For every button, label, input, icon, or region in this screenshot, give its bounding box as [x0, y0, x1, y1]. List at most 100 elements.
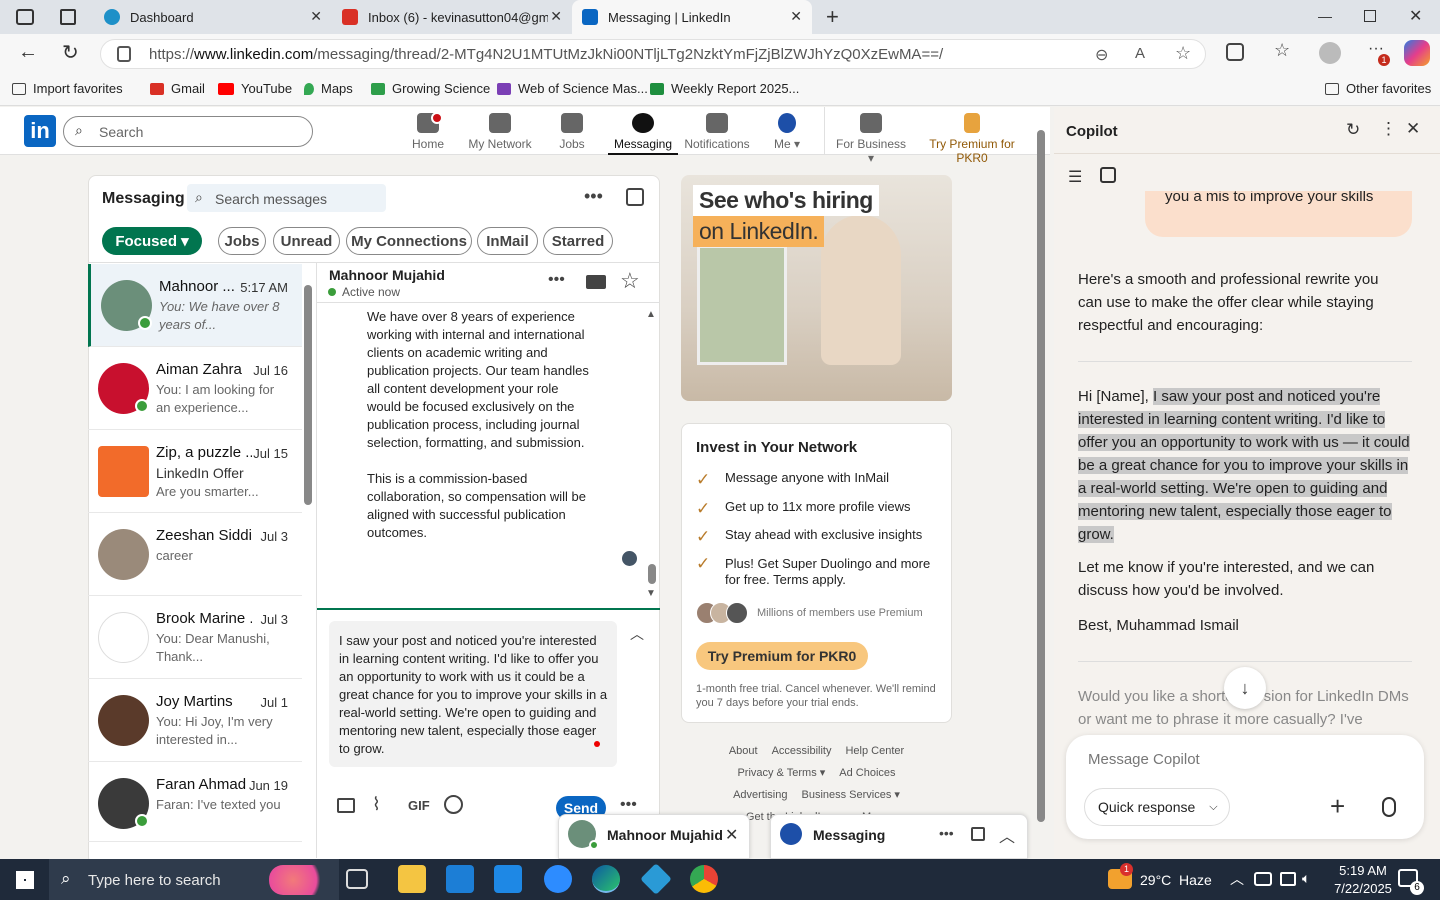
tab-gmail[interactable]: Inbox (6) - kevinasutton04@gmai ✕ — [332, 0, 572, 34]
conversation-item[interactable]: Brook Marine ... Jul 3 You: Dear Manushi… — [88, 596, 302, 679]
bookmark-youtube[interactable]: YouTube — [218, 81, 292, 96]
try-premium-button[interactable]: Try Premium for PKR0 — [696, 642, 868, 670]
footer-link[interactable]: About — [729, 745, 758, 757]
site-info-icon[interactable] — [117, 46, 131, 62]
task-view-icon[interactable] — [346, 869, 368, 889]
zoom-icon[interactable]: ⊖ — [1095, 45, 1108, 65]
overlay-more-icon[interactable]: ••• — [939, 825, 954, 841]
filter-starred[interactable]: Starred — [543, 227, 613, 255]
chrome-browser-icon[interactable] — [690, 865, 718, 893]
nav-me[interactable]: Me ▾ — [752, 111, 822, 151]
paperclip-icon[interactable]: ⌇ — [372, 794, 381, 815]
filter-unread[interactable]: Unread — [273, 227, 340, 255]
conversation-item[interactable]: Zeeshan Siddi... Jul 3 career — [88, 513, 302, 596]
refresh-icon[interactable]: ↻ — [1346, 120, 1360, 140]
nav-messaging[interactable]: Messaging — [608, 111, 678, 155]
scroll-down-button[interactable]: ↓ — [1224, 667, 1266, 709]
minimize-icon[interactable]: — — [1318, 8, 1332, 24]
thread-scroll-up-icon[interactable]: ▲ — [646, 309, 656, 320]
workspaces-icon[interactable] — [16, 9, 34, 25]
rewrite-highlighted-text[interactable]: I saw your post and noticed you're inter… — [1078, 388, 1410, 543]
mail-icon[interactable] — [494, 865, 522, 893]
footer-link[interactable]: Advertising — [733, 789, 787, 801]
url-bar[interactable]: https://www.linkedin.com/messaging/threa… — [100, 39, 1206, 69]
nav-for-business[interactable]: For Business ▾ — [832, 111, 910, 165]
clock-date[interactable]: 7/22/2025 — [1329, 881, 1397, 896]
bookmark-other-favorites[interactable]: Other favorites — [1325, 81, 1431, 96]
tab-dashboard[interactable]: Dashboard ✕ — [94, 0, 332, 34]
nav-try-premium[interactable]: Try Premium for PKR0 — [914, 111, 1030, 165]
footer-link[interactable]: Accessibility — [772, 745, 832, 757]
volume-icon[interactable]: 🔈︎ — [1302, 870, 1310, 887]
microsoft-store-icon[interactable] — [446, 865, 474, 893]
favorite-star-icon[interactable]: ☆ — [1175, 43, 1191, 64]
close-tab-icon[interactable]: ✕ — [550, 8, 562, 25]
bookmark-weekly-report[interactable]: Weekly Report 2025... — [650, 81, 799, 96]
clock-time[interactable]: 5:19 AM — [1333, 863, 1393, 878]
edge-browser-icon[interactable] — [592, 865, 620, 893]
compose-icon[interactable] — [626, 188, 644, 206]
bookmark-web-of-science[interactable]: Web of Science Mas... — [497, 81, 648, 96]
close-icon[interactable]: ✕ — [1406, 119, 1420, 139]
footer-link[interactable]: Ad Choices — [839, 767, 895, 779]
video-call-icon[interactable] — [586, 275, 606, 289]
thread-more-icon[interactable]: ••• — [548, 271, 565, 289]
nav-jobs[interactable]: Jobs — [537, 111, 607, 151]
profile-avatar-icon[interactable] — [1319, 42, 1341, 64]
copilot-icon[interactable] — [1404, 40, 1430, 66]
thread-scrollbar[interactable] — [648, 564, 656, 584]
history-menu-icon[interactable]: ☰ — [1068, 167, 1082, 187]
restore-icon[interactable] — [1364, 10, 1376, 22]
messaging-overlay-bar[interactable]: Messaging ••• ︿ — [770, 814, 1028, 859]
weather-text[interactable]: 29°C Haze — [1140, 872, 1212, 888]
nav-my-network[interactable]: My Network — [465, 111, 535, 151]
chevron-up-icon[interactable]: ︿ — [999, 823, 1015, 847]
favorites-icon[interactable]: ☆ — [1274, 40, 1290, 61]
conversation-list-scrollbar[interactable] — [304, 285, 312, 505]
gif-button[interactable]: GIF — [408, 798, 430, 813]
read-aloud-icon[interactable]: A — [1135, 45, 1145, 62]
filter-inmail[interactable]: InMail — [477, 227, 538, 255]
send-options-icon[interactable]: ••• — [620, 796, 637, 814]
footer-link[interactable]: Help Center — [845, 745, 904, 757]
extensions-icon[interactable] — [1226, 43, 1244, 61]
hiring-ad-banner[interactable]: See who's hiring on LinkedIn. — [681, 175, 952, 401]
image-attach-icon[interactable] — [337, 798, 355, 813]
zoom-app-icon[interactable] — [544, 865, 572, 893]
close-window-icon[interactable]: ✕ — [1409, 6, 1422, 26]
footer-link[interactable]: Business Services ▾ — [801, 789, 899, 801]
tab-linkedin-messaging[interactable]: Messaging | LinkedIn ✕ — [572, 0, 812, 34]
linkedin-logo[interactable]: in — [24, 115, 56, 147]
star-icon[interactable]: ☆ — [620, 268, 640, 294]
close-icon[interactable]: ✕ — [725, 825, 738, 845]
close-tab-icon[interactable]: ✕ — [310, 8, 322, 25]
bookmark-import-favorites[interactable]: Import favorites — [12, 81, 123, 96]
network-tray-icon[interactable] — [1254, 872, 1272, 886]
vertical-tabs-icon[interactable] — [60, 9, 76, 25]
bookmark-gmail[interactable]: Gmail — [150, 81, 205, 96]
back-icon[interactable]: ← — [18, 41, 38, 64]
conversation-item[interactable]: Mahnoor ... 5:17 AM You: We have over 8 … — [88, 264, 302, 347]
conversation-item[interactable]: Faran Ahmad Jun 19 Faran: I've texted yo… — [88, 762, 302, 842]
thread-scroll-down-icon[interactable]: ▼ — [646, 588, 656, 599]
microphone-icon[interactable] — [1382, 797, 1396, 817]
compose-icon[interactable] — [971, 827, 985, 841]
new-chat-icon[interactable] — [1100, 167, 1116, 183]
messaging-more-icon[interactable]: ••• — [584, 186, 603, 207]
quick-response-dropdown[interactable]: Quick response ⌵ — [1084, 788, 1230, 826]
taskbar-search-box[interactable]: ⌕ Type here to search — [49, 859, 339, 900]
chat-popup-mahnoor[interactable]: Mahnoor Mujahid ✕ — [558, 814, 750, 859]
filter-my-connections[interactable]: My Connections — [346, 227, 472, 255]
windows-start-icon[interactable] — [16, 871, 34, 889]
filter-jobs[interactable]: Jobs — [218, 227, 266, 255]
add-attachment-icon[interactable]: + — [1330, 791, 1345, 822]
kodi-app-icon[interactable] — [640, 863, 672, 895]
expand-composer-icon[interactable]: ︿ — [630, 624, 644, 644]
thread-contact-name[interactable]: Mahnoor Mujahid — [329, 267, 445, 283]
nav-home[interactable]: Home — [393, 111, 463, 151]
show-hidden-icons[interactable]: ︿ — [1230, 869, 1244, 889]
page-scrollbar[interactable] — [1037, 130, 1045, 822]
conversation-item[interactable]: Aiman Zahra Jul 16 You: I am looking for… — [88, 347, 302, 430]
filter-focused[interactable]: Focused ▾ — [102, 227, 202, 255]
global-search-box[interactable]: ⌕ Search — [63, 116, 313, 147]
